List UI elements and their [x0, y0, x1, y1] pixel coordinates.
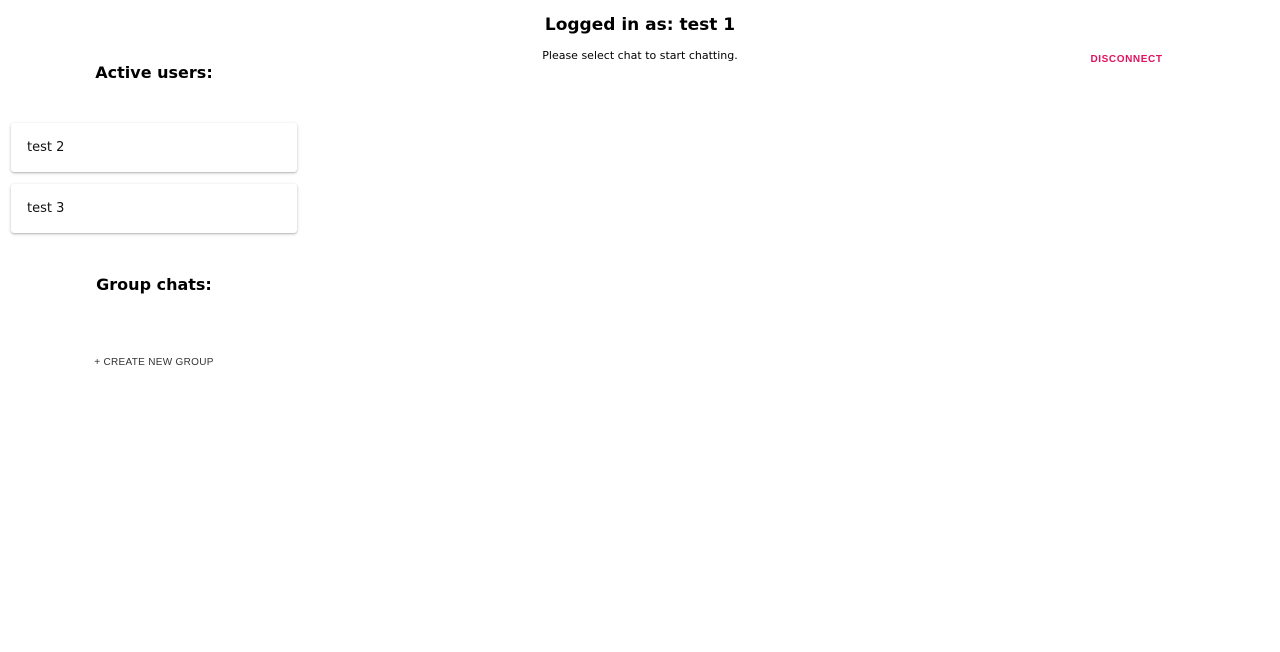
user-list-item[interactable]: test 2 [11, 123, 297, 172]
user-name-label: test 2 [27, 140, 65, 155]
group-chats-heading: Group chats: [96, 275, 212, 294]
active-users-heading: Active users: [95, 63, 213, 82]
user-name-label: test 3 [27, 201, 65, 216]
sidebar: Active users: test 2 test 3 Group chats:… [11, 0, 297, 652]
disconnect-button[interactable]: DISCONNECT [1086, 52, 1167, 68]
create-new-group-button[interactable]: + CREATE NEW GROUP [94, 354, 214, 371]
chat-app-page: Logged in as: test 1 Please select chat … [0, 0, 1280, 652]
user-list-item[interactable]: test 3 [11, 184, 297, 233]
